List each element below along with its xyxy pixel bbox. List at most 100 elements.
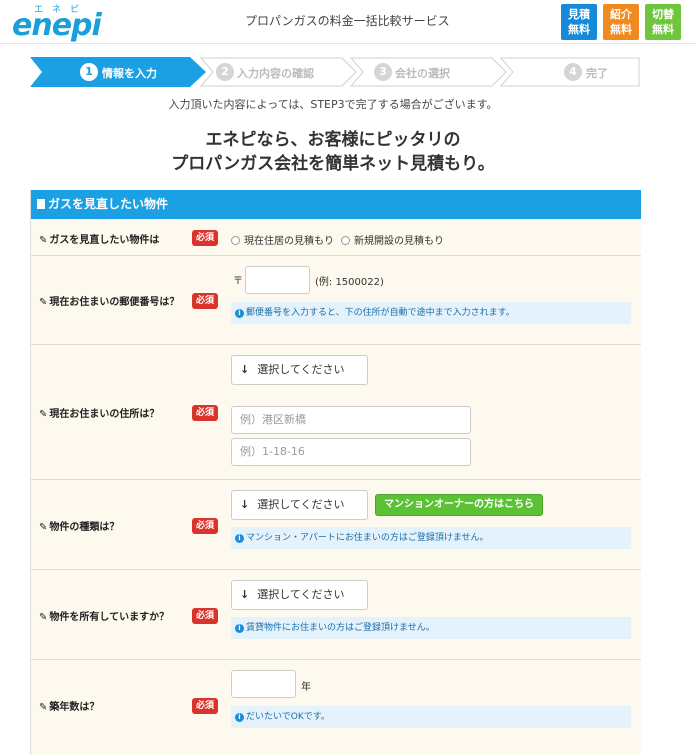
ownership-select[interactable]: ↓ 選択してください bbox=[231, 580, 368, 610]
type-info: i マンション・アパートにお住まいの方はご登録頂けません。 bbox=[231, 527, 631, 549]
site-tagline: プロパンガスの料金一括比較サービス bbox=[245, 14, 450, 28]
estimate-form: ガスを見直したい物件 ✎ ガスを見直したい物件は 必須 現在住居の見積もり 新規開… bbox=[30, 190, 641, 755]
badge-line2: 無料 bbox=[568, 23, 590, 36]
row-label-text: 物件の種類は？ bbox=[49, 522, 120, 533]
row-label-text: 現在お住まいの郵便番号は？ bbox=[49, 297, 180, 308]
step-label: 入力内容の確認 bbox=[237, 67, 314, 80]
step-1: 1 情報を入力 bbox=[30, 57, 210, 87]
mansion-owner-button[interactable]: マンションオーナーの方はこちら bbox=[375, 494, 543, 516]
step-2: 2 入力内容の確認 bbox=[200, 57, 360, 87]
pencil-icon: ✎ bbox=[39, 612, 48, 623]
radio-current-home[interactable]: 現在住居の見積もり bbox=[231, 232, 334, 247]
badge-line1: 見積 bbox=[568, 8, 590, 21]
required-badge: 必須 bbox=[192, 608, 218, 624]
required-badge: 必須 bbox=[192, 698, 218, 714]
row-building-age: ✎ 築年数は？ 必須 年 i だいたいでOKです。 bbox=[31, 660, 641, 755]
row-label-text: 現在お住まいの住所は？ bbox=[49, 409, 160, 420]
form-section-title: ガスを見直したい物件 bbox=[48, 197, 169, 211]
age-unit: 年 bbox=[301, 682, 311, 693]
pencil-icon: ✎ bbox=[39, 409, 48, 420]
row-label-text: 物件を所有していますか？ bbox=[49, 612, 170, 623]
row-property: ✎ ガスを見直したい物件は 必須 現在住居の見積もり 新規開設の見積もり bbox=[31, 219, 641, 256]
radio-new-opening[interactable]: 新規開設の見積もり bbox=[341, 232, 444, 247]
row-label: ✎ 現在お住まいの郵便番号は？ bbox=[39, 293, 179, 308]
city-input[interactable]: 例）港区新橋 bbox=[231, 406, 471, 434]
radio-label: 新規開設の見積もり bbox=[354, 236, 444, 247]
postal-mark: 〒 bbox=[233, 276, 243, 287]
badge-line2: 無料 bbox=[652, 23, 674, 36]
row-address: ✎ 現在お住まいの住所は？ 必須 ↓ 選択してください 例）港区新橋 例）1-18-… bbox=[31, 345, 641, 480]
step-3: 3 会社の選択 bbox=[350, 57, 510, 87]
pencil-icon: ✎ bbox=[39, 702, 48, 713]
radio-icon bbox=[341, 236, 350, 245]
pencil-icon: ✎ bbox=[39, 522, 48, 533]
required-badge: 必須 bbox=[192, 293, 218, 309]
row-label: ✎ ガスを見直したい物件は bbox=[39, 231, 159, 246]
property-type-select[interactable]: ↓ 選択してください bbox=[231, 490, 368, 520]
age-info: i だいたいでOKです。 bbox=[231, 706, 631, 728]
info-icon: i bbox=[235, 309, 244, 318]
hero-line-2: プロパンガス会社を簡単ネット見積もり。 bbox=[171, 154, 495, 174]
field-area: ↓ 選択してください マンションオーナーの方はこちら i マンション・アパートにお住… bbox=[231, 480, 641, 569]
field-area: 年 i だいたいでOKです。 bbox=[231, 660, 641, 755]
required-badge: 必須 bbox=[192, 518, 218, 534]
document-icon bbox=[37, 199, 45, 209]
radio-icon bbox=[231, 236, 240, 245]
step-number: 3 bbox=[374, 63, 392, 81]
row-property-type: ✎ 物件の種類は？ 必須 ↓ 選択してください マンションオーナーの方はこちら iマ… bbox=[31, 480, 641, 570]
ownership-info: i 賃貸物件にお住まいの方はご登録頂けません。 bbox=[231, 617, 631, 639]
info-icon: i bbox=[235, 534, 244, 543]
site-header: エネピ enepi プロパンガスの料金一括比較サービス 見積 無料 紹介 無料 … bbox=[0, 0, 696, 44]
step-label: 情報を入力 bbox=[102, 67, 157, 80]
step-label: 完了 bbox=[586, 67, 608, 80]
form-section-header: ガスを見直したい物件 bbox=[31, 190, 641, 219]
arrow-down-icon: ↓ bbox=[240, 588, 250, 601]
pencil-icon: ✎ bbox=[39, 235, 48, 246]
badge-line1: 紹介 bbox=[610, 8, 632, 21]
row-ownership: ✎ 物件を所有していますか？ 必須 ↓ 選択してください i 賃貸物件にお住まいの方は… bbox=[31, 570, 641, 660]
postal-info: i 郵便番号を入力すると、下の住所が自動で途中まで入力されます。 bbox=[231, 302, 631, 324]
arrow-down-icon: ↓ bbox=[240, 498, 250, 511]
field-area: 現在住居の見積もり 新規開設の見積もり bbox=[231, 219, 641, 255]
select-value: 選択してください bbox=[257, 363, 345, 376]
info-text: マンション・アパートにお住まいの方はご登録頂けません。 bbox=[246, 533, 489, 543]
info-text: だいたいでOKです。 bbox=[246, 712, 330, 722]
row-label: ✎ 築年数は？ bbox=[39, 698, 99, 713]
field-area: ↓ 選択してください i 賃貸物件にお住まいの方はご登録頂けません。 bbox=[231, 570, 641, 659]
row-postal: ✎ 現在お住まいの郵便番号は？ 必須 〒 (例: 1500022) i 郵便番号を入… bbox=[31, 256, 641, 345]
street-input[interactable]: 例）1-18-16 bbox=[231, 438, 471, 466]
row-label: ✎ 現在お住まいの住所は？ bbox=[39, 405, 159, 420]
step-label: 会社の選択 bbox=[395, 67, 450, 80]
row-label-text: ガスを見直したい物件は bbox=[49, 235, 160, 246]
step-number: 1 bbox=[80, 63, 98, 81]
badge-estimate-free: 見積 無料 bbox=[561, 4, 597, 40]
required-badge: 必須 bbox=[192, 405, 218, 421]
hero-heading: エネピなら、お客様にピッタリの プロパンガス会社を簡単ネット見積もり。 bbox=[0, 128, 666, 176]
building-age-input[interactable] bbox=[231, 670, 296, 698]
badge-referral-free: 紹介 無料 bbox=[603, 4, 639, 40]
badge-switch-free: 切替 無料 bbox=[645, 4, 681, 40]
postal-code-input[interactable] bbox=[245, 266, 310, 294]
info-icon: i bbox=[235, 624, 244, 633]
field-area: ↓ 選択してください 例）港区新橋 例）1-18-16 bbox=[231, 345, 641, 479]
row-label-text: 築年数は？ bbox=[49, 702, 100, 713]
prefecture-select[interactable]: ↓ 選択してください bbox=[231, 355, 368, 385]
postal-example: (例: 1500022) bbox=[315, 277, 384, 288]
step-number: 2 bbox=[216, 63, 234, 81]
pencil-icon: ✎ bbox=[39, 297, 48, 308]
info-icon: i bbox=[235, 713, 244, 722]
hero-line-1: エネピなら、お客様にピッタリの bbox=[205, 130, 461, 150]
select-value: 選択してください bbox=[257, 588, 345, 601]
row-label: ✎ 物件の種類は？ bbox=[39, 518, 119, 533]
enepi-logo[interactable]: エネピ enepi bbox=[12, 2, 122, 43]
arrow-down-icon: ↓ bbox=[240, 363, 250, 376]
info-text: 郵便番号を入力すると、下の住所が自動で途中まで入力されます。 bbox=[246, 308, 515, 318]
step-note: 入力頂いた内容によっては、STEP3で完了する場合がございます。 bbox=[168, 98, 498, 111]
progress-steps: 1 情報を入力 2 入力内容の確認 3 会社の選択 4 完了 bbox=[30, 57, 640, 87]
badge-line2: 無料 bbox=[610, 23, 632, 36]
required-badge: 必須 bbox=[192, 230, 218, 246]
step-4: 4 完了 bbox=[500, 57, 640, 87]
step-number: 4 bbox=[564, 63, 582, 81]
badge-line1: 切替 bbox=[652, 8, 674, 21]
info-text: 賃貸物件にお住まいの方はご登録頂けません。 bbox=[246, 623, 435, 633]
